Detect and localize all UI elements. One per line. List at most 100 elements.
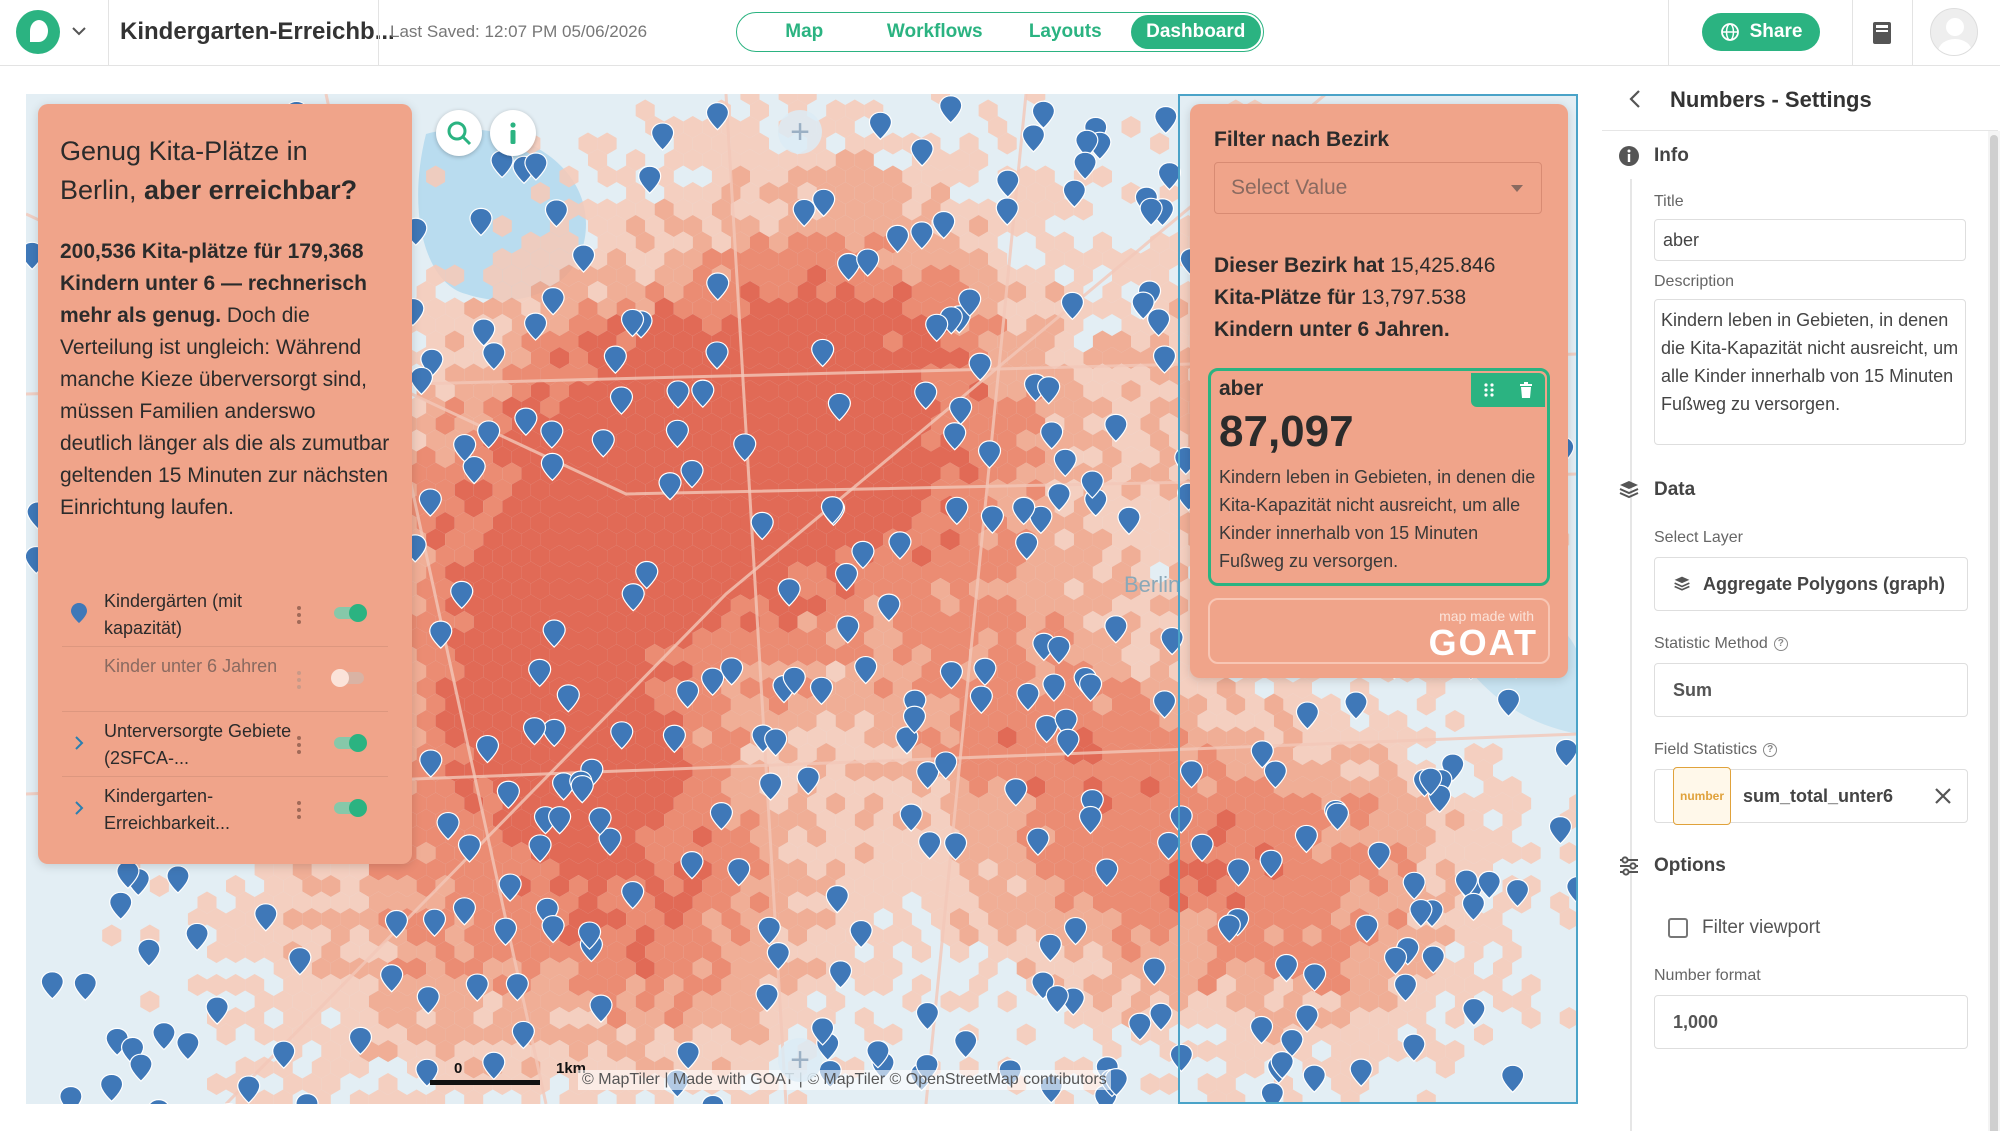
statistic-method-label-text: Statistic Method [1654,635,1768,652]
field-type-badge: number [1673,767,1732,825]
chevron-right-icon[interactable] [70,797,88,819]
layer-label: Unterversorgte Gebiete (2SFCA-... [104,721,292,768]
layer-visibility-toggle[interactable] [334,734,367,752]
bezirk-prefix: Dieser Bezirk hat [1214,254,1385,277]
trash-icon[interactable] [1518,381,1534,399]
pin-icon [71,603,87,623]
chevron-right-icon[interactable] [70,732,88,754]
add-widget-button[interactable]: + [778,1038,822,1082]
back-chevron-icon[interactable] [1628,89,1642,109]
layer-item[interactable]: Kindergärten (mit kapazität) [62,582,388,647]
section-info[interactable]: Info [1618,145,1689,167]
title-input[interactable]: aber [1654,219,1966,261]
search-icon [447,121,472,146]
layer-item[interactable]: Unterversorgte Gebiete (2SFCA-... [62,712,388,777]
section-data[interactable]: Data [1618,479,1695,501]
story-title-bold: aber erreichbar? [144,175,358,205]
story-text: 200,536 Kita-plätze für 179,368 Kindern … [60,236,390,524]
map-attribution[interactable]: © MapTiler | Made with GOAT | © MapTiler… [578,1070,1111,1090]
search-button[interactable] [436,110,482,156]
section-rail [1630,513,1632,895]
bezirk-mid: Kita-Plätze für [1214,286,1356,309]
help-icon[interactable]: ? [1773,637,1788,651]
info-circle-icon [1619,146,1639,166]
filter-viewport-checkbox[interactable] [1668,918,1688,938]
section-options[interactable]: Options [1618,855,1726,877]
layer-label: Kinder unter 6 Jahren [104,656,278,676]
story-title: Genug Kita-Plätze in Berlin, aber erreic… [60,132,390,210]
field-statistics-select[interactable]: number sum_total_unter6 [1654,767,1968,825]
layer-label: Kindergarten-Erreichbarkeit... [104,786,231,833]
number-format-select[interactable]: 1,000 [1654,995,1968,1049]
field-statistics-label-text: Field Statistics [1654,741,1758,758]
share-label: Share [1749,21,1803,42]
info-button[interactable] [490,110,536,156]
select-layer-dropdown[interactable]: Aggregate Polygons (graph) [1654,557,1968,611]
drag-handle-icon[interactable] [1482,382,1496,398]
share-button[interactable]: Share [1702,13,1820,51]
kindergarten-pin [59,1085,83,1104]
more-options-icon[interactable] [296,734,302,756]
layers-icon [1619,481,1639,499]
scrollbar-thumb[interactable] [1990,135,1998,1131]
bezirk-select-placeholder: Select Value [1231,176,1348,199]
more-options-icon[interactable] [296,799,302,821]
layer-item[interactable]: Kindergarten-Erreichbarkeit... [62,777,388,842]
city-label: Berlin [1124,572,1181,597]
bezirk-summary: Dieser Bezirk hat 15,425.846 Kita-Plätze… [1214,250,1544,346]
filter-viewport-option[interactable]: Filter viewport [1668,917,1820,939]
more-options-icon[interactable] [296,669,302,691]
tab-map[interactable]: Map [739,15,870,49]
bezirk-places-value: 15,425.846 [1390,254,1496,277]
top-bar: Kindergarten-Erreichb... Last Saved: 12:… [0,0,2000,66]
select-layer-label: Select Layer [1654,529,1743,546]
settings-header: Numbers - Settings [1602,67,1998,131]
statistic-method-label: Statistic Method ? [1654,635,1788,653]
chevron-down-icon[interactable] [68,20,90,42]
clear-icon[interactable] [1933,786,1953,806]
layer-label: Kindergärten (mit kapazität) [104,591,243,638]
section-info-label: Info [1654,145,1689,166]
documentation-book-icon[interactable] [1870,20,1894,46]
more-options-icon[interactable] [296,604,302,626]
field-statistics-label: Field Statistics ? [1654,741,1778,759]
divider [378,0,379,66]
story-text-bold: 200,536 Kita-plätze für 179,368 Kindern … [60,240,367,327]
number-widget[interactable]: aber 87,097 Kindern leben in Gebieten, i… [1208,368,1550,586]
layer-visibility-toggle[interactable] [334,799,367,817]
bezirk-select[interactable]: Select Value [1214,162,1542,214]
number-format-label: Number format [1654,967,1761,984]
goat-logo-text: GOAT [1428,622,1538,663]
number-widget-value: 87,097 [1219,407,1354,456]
sliders-icon [1620,856,1638,876]
project-title[interactable]: Kindergarten-Erreichb... [120,18,395,46]
app-logo-icon[interactable] [16,10,60,54]
divider [1668,0,1669,66]
view-tabs: Map Workflows Layouts Dashboard [736,12,1264,52]
caret-down-icon [1511,185,1523,192]
settings-title: Numbers - Settings [1670,87,1872,112]
tab-layouts[interactable]: Layouts [1000,15,1131,49]
section-rail [1630,179,1632,519]
filter-viewport-label: Filter viewport [1702,917,1821,938]
divider [1912,0,1913,66]
story-text-rest: Doch die Verteilung ist ungleich: Währen… [60,304,390,519]
description-textarea[interactable]: Kindern leben in Gebieten, in denen die … [1654,299,1966,445]
user-avatar[interactable] [1930,8,1978,56]
layer-visibility-toggle[interactable] [334,604,367,622]
layer-visibility-toggle[interactable] [331,669,364,687]
zoom-in-button[interactable]: + [778,110,822,154]
section-rail [1630,889,1632,1131]
divider [108,0,109,66]
description-label: Description [1654,273,1735,290]
tab-workflows[interactable]: Workflows [870,15,1001,49]
select-layer-value: Aggregate Polygons (graph) [1703,574,1946,594]
layer-item[interactable]: Kinder unter 6 Jahren [62,647,388,712]
help-icon[interactable]: ? [1763,743,1778,757]
field-statistics-value: sum_total_unter6 [1743,786,1894,806]
layers-icon [1674,576,1690,591]
statistic-method-select[interactable]: Sum [1654,663,1968,717]
tab-dashboard[interactable]: Dashboard [1130,15,1261,49]
section-options-label: Options [1654,855,1726,876]
filter-title: Filter nach Bezirk [1214,128,1390,151]
